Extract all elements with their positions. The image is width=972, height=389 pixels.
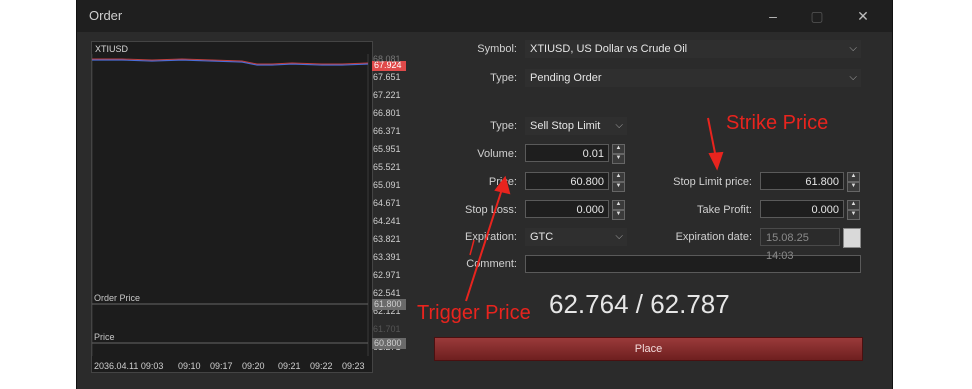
trigger-arrow-line — [465, 185, 504, 302]
trigger-arrow-head — [494, 175, 511, 195]
strike-arrow-line — [707, 117, 717, 159]
strike-arrow-head — [708, 151, 724, 171]
annotation-arrows — [465, 117, 724, 302]
